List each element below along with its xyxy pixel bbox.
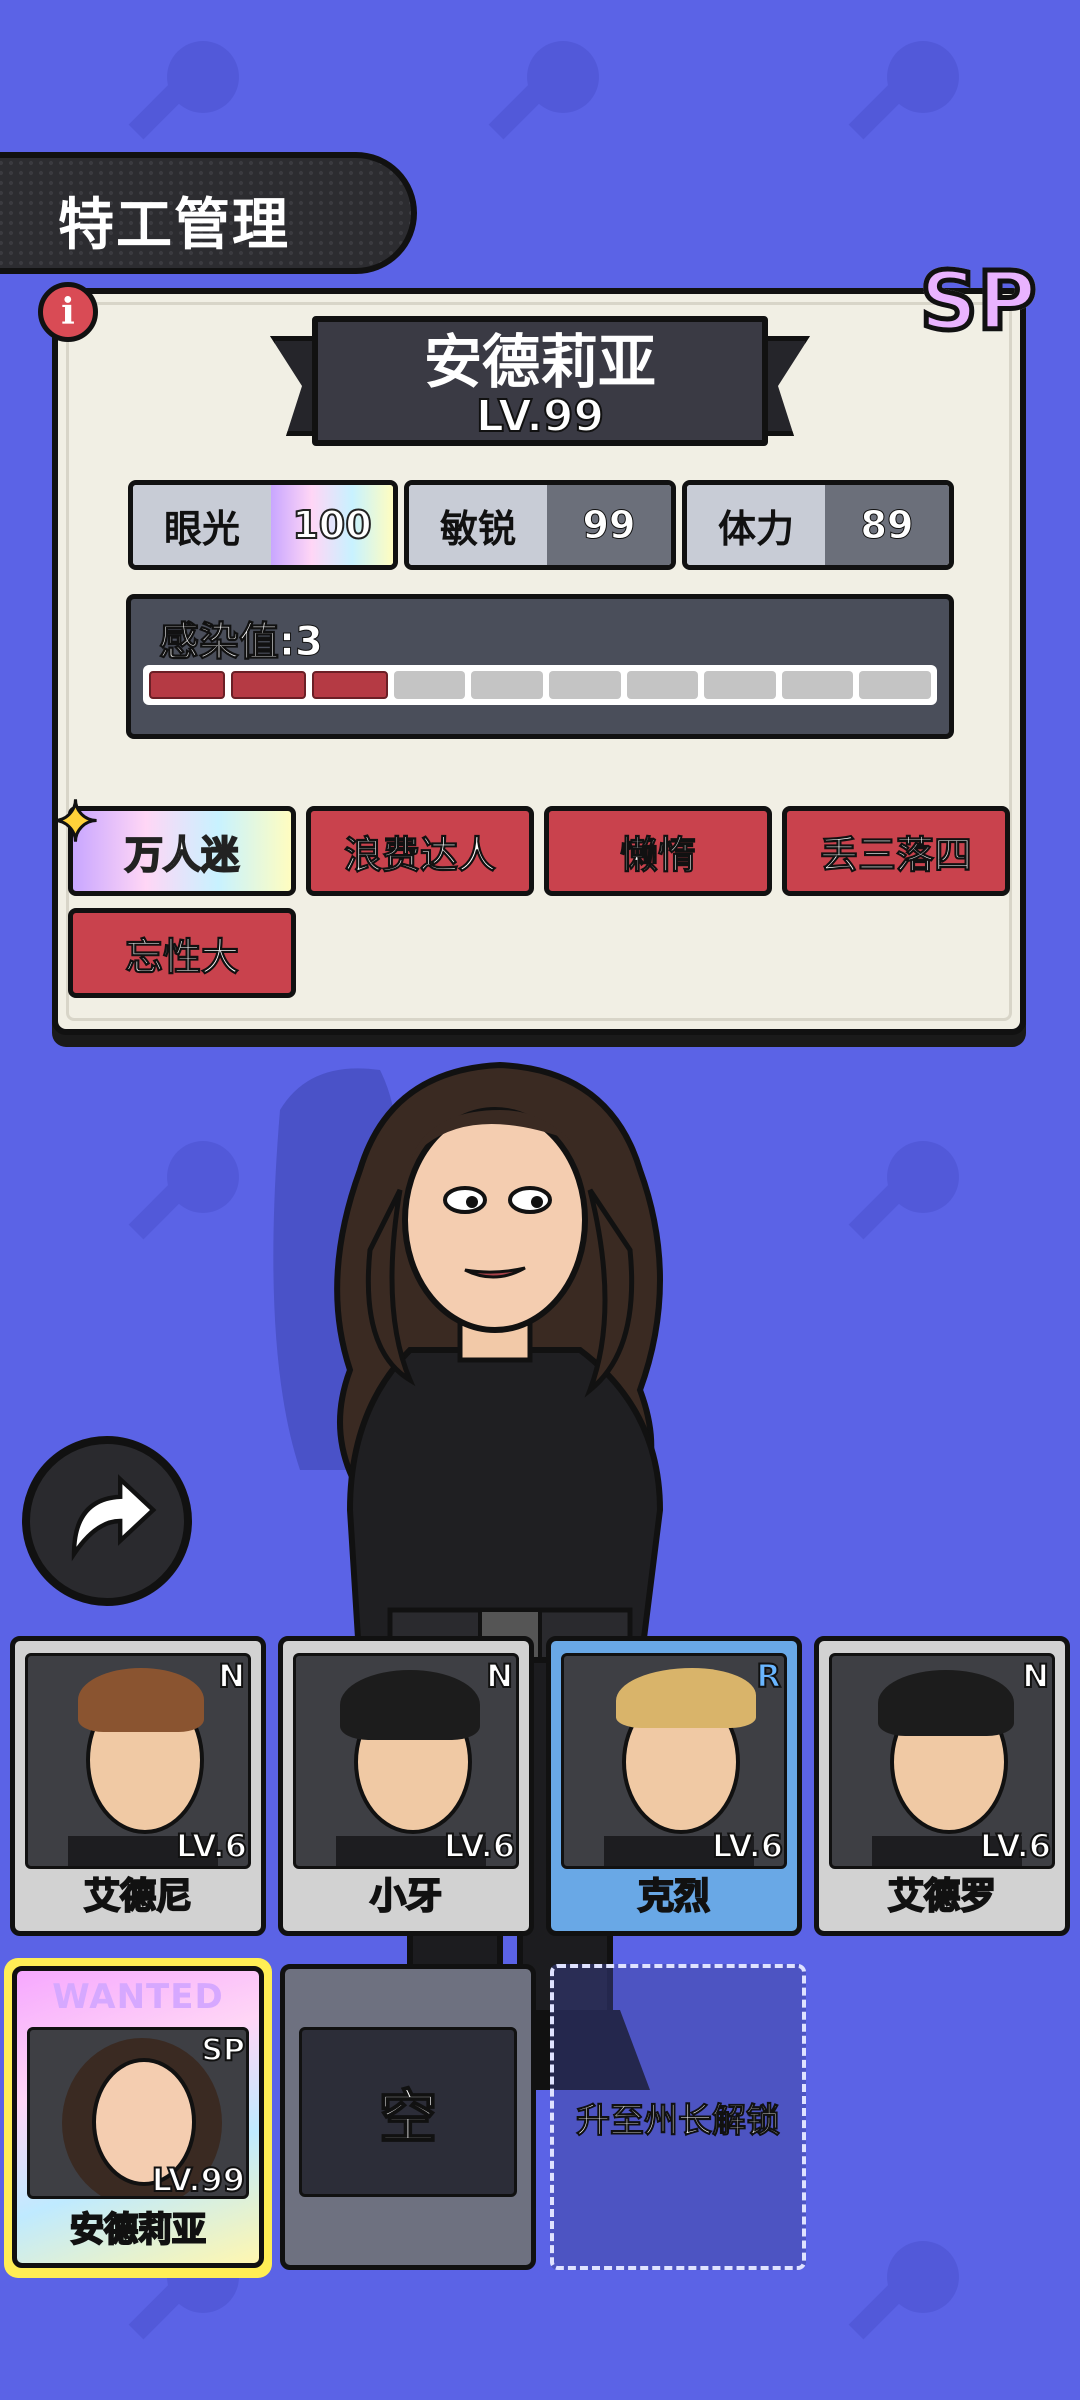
rarity-label: N <box>217 1656 246 1696</box>
stat-label: 敏锐 <box>409 485 547 565</box>
rarity-label: N <box>485 1656 514 1696</box>
key-watermark-icon <box>848 1141 959 1240</box>
rarity-badge: SP <box>917 253 1038 351</box>
agent-card-name: 艾德尼 <box>83 1875 193 1918</box>
stat-stamina: 体力 89 <box>682 480 954 570</box>
rotate-arrow-icon <box>71 1474 157 1562</box>
agent-character-illustration <box>273 1061 664 2090</box>
squad-slot-empty[interactable]: 空 <box>280 1964 536 2270</box>
agent-card-name: 安德莉亚 <box>69 2209 207 2251</box>
rarity-label: SP <box>200 2032 246 2069</box>
level-label: LV.99 <box>151 2160 246 2200</box>
sparkle-star-icon: ✦ <box>51 789 101 857</box>
key-watermark-icon <box>488 41 599 140</box>
trait-tag[interactable]: 懒惰 <box>544 806 772 896</box>
stat-value: 99 <box>547 485 671 565</box>
roster-card[interactable]: N LV.6 小牙 <box>278 1636 534 1936</box>
page-title-tab: 特工管理 <box>0 152 417 274</box>
rarity-label: R <box>755 1656 782 1696</box>
stat-sharpness: 敏锐 99 <box>404 480 676 570</box>
level-label: LV.6 <box>443 1826 516 1866</box>
key-watermark-icon <box>848 41 959 140</box>
infection-meter: 感染值:3 <box>126 594 954 739</box>
infection-segment <box>704 671 776 699</box>
level-label: LV.6 <box>711 1826 784 1866</box>
trait-tag[interactable]: 丢三落四 <box>782 806 1010 896</box>
agent-name: 安德莉亚 <box>423 328 656 396</box>
trait-tag[interactable]: 万人迷 <box>68 806 296 896</box>
agent-card-name: 艾德罗 <box>887 1875 997 1918</box>
stat-label: 眼光 <box>133 485 271 565</box>
stat-label: 体力 <box>687 485 825 565</box>
stat-vision: 眼光 100 <box>128 480 398 570</box>
infection-segment <box>393 671 466 699</box>
level-label: LV.6 <box>175 1826 248 1866</box>
rotate-character-button[interactable] <box>22 1436 192 1606</box>
infection-segment <box>859 671 931 699</box>
squad-slot-locked: 升至州长解锁 <box>550 1964 806 2270</box>
infection-label: 感染值:3 <box>159 619 324 666</box>
infection-segment <box>471 671 543 699</box>
infection-segment <box>626 671 699 699</box>
trait-tag[interactable]: 忘性大 <box>68 908 296 998</box>
agent-level: LV.99 <box>475 391 605 442</box>
page-title: 特工管理 <box>58 193 290 258</box>
infection-segment <box>149 671 225 699</box>
key-watermark-icon <box>848 2241 959 2340</box>
key-watermark-icon <box>128 1141 239 1240</box>
infection-segment <box>548 671 621 699</box>
rarity-label: N <box>1021 1656 1050 1696</box>
info-icon[interactable]: i <box>38 282 98 342</box>
roster-card[interactable]: R LV.6 克烈 <box>546 1636 802 1936</box>
wanted-tag: WANTED <box>52 1977 224 2017</box>
level-label: LV.6 <box>979 1826 1052 1866</box>
agent-card-name: 小牙 <box>369 1875 443 1918</box>
infection-bar <box>143 665 937 705</box>
roster-card[interactable]: N LV.6 艾德罗 <box>814 1636 1070 1936</box>
key-watermark-icon <box>128 41 239 140</box>
stat-value: 100 <box>271 485 393 565</box>
squad-slot-selected[interactable]: WANTED SP LV.99 安德莉亚 <box>12 1966 264 2268</box>
agent-card-name: 克烈 <box>637 1875 711 1918</box>
infection-segment <box>312 671 388 699</box>
infection-segment <box>230 671 307 699</box>
infection-segment <box>781 671 854 699</box>
agent-nameplate: 安德莉亚 LV.99 <box>312 316 768 446</box>
empty-slot-label: 空 <box>299 2027 517 2197</box>
stat-value: 89 <box>825 485 949 565</box>
trait-tag[interactable]: 浪费达人 <box>306 806 534 896</box>
roster-card[interactable]: N LV.6 艾德尼 <box>10 1636 266 1936</box>
